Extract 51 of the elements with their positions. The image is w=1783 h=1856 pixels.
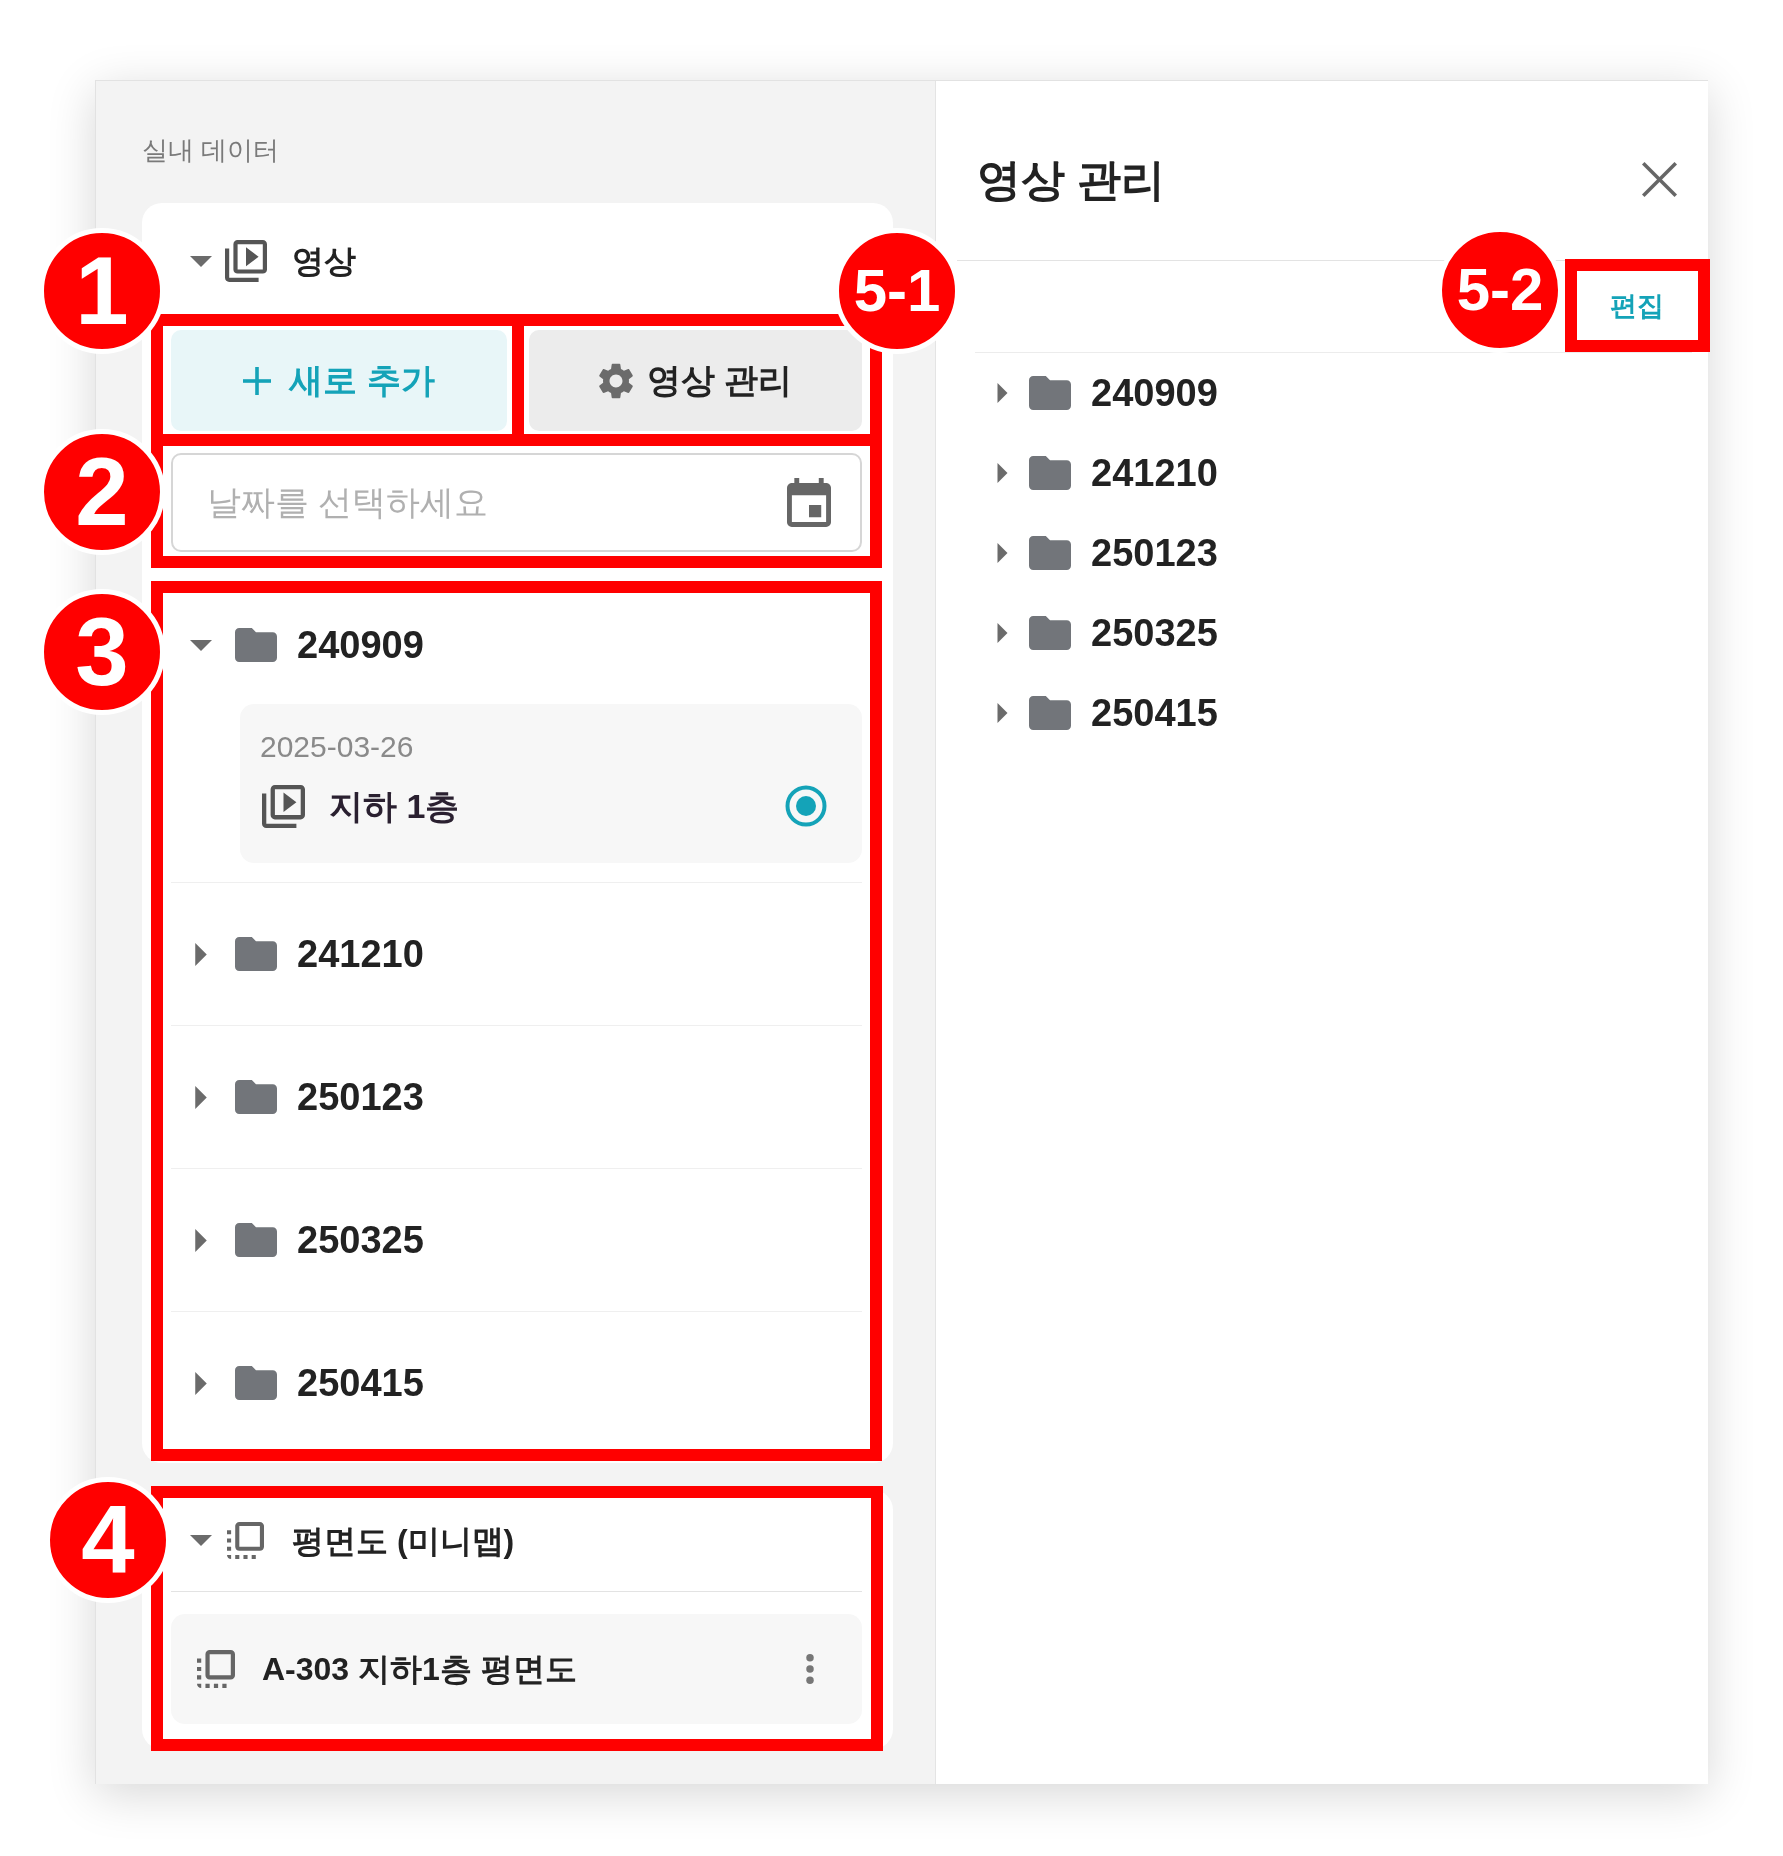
calendar-icon[interactable] (787, 478, 831, 527)
folder-icon (1029, 536, 1071, 570)
folder-icon (235, 1080, 277, 1114)
video-library-icon (225, 240, 267, 282)
folder-icon (1029, 376, 1071, 410)
folder-name[interactable]: 250325 (1091, 604, 1218, 662)
folder-name[interactable]: 240909 (1091, 364, 1218, 422)
plus-icon (243, 366, 272, 395)
folder-name[interactable]: 250415 (1091, 684, 1218, 742)
floor-plan-item[interactable]: A-303 지하1층 평면도 (171, 1614, 862, 1724)
section-title: 영상 (292, 242, 356, 281)
folder-icon (1029, 456, 1071, 490)
caret-icon[interactable] (194, 942, 207, 966)
caret-icon[interactable] (194, 1085, 207, 1109)
caret-icon[interactable] (996, 623, 1008, 643)
folder-name[interactable]: 250123 (297, 1068, 424, 1126)
folder-icon (1029, 616, 1071, 650)
folder-icon (235, 1366, 277, 1400)
caret-icon[interactable] (189, 1535, 212, 1546)
close-icon[interactable] (1642, 162, 1677, 197)
settings-icon (598, 362, 633, 399)
folder-name[interactable]: 241210 (1091, 444, 1218, 502)
floor-plan-name: A-303 지하1층 평면도 (262, 1650, 577, 1689)
video-date: 2025-03-26 (260, 729, 414, 765)
caret-icon[interactable] (996, 463, 1008, 483)
folder-icon (235, 628, 277, 662)
folder-icon (1029, 696, 1071, 730)
radio-button[interactable] (785, 785, 827, 827)
folder-name[interactable]: 250325 (297, 1211, 424, 1269)
caret-icon[interactable] (194, 1371, 207, 1395)
panel-title: 영상 관리 (977, 153, 1166, 206)
caret-icon[interactable] (189, 255, 212, 267)
caret-icon[interactable] (189, 639, 212, 651)
video-item[interactable]: 2025-03-26 지하 1층 (240, 704, 862, 863)
video-name: 지하 1층 (329, 785, 460, 827)
folder-name[interactable]: 240909 (297, 616, 424, 674)
section-title: 평면도 (미니맵) (292, 1521, 515, 1561)
date-field[interactable]: 날짜를 선택하세요 (171, 453, 862, 552)
folder-icon (235, 937, 277, 971)
caret-icon[interactable] (996, 703, 1008, 723)
folder-name[interactable]: 241210 (297, 925, 424, 983)
caret-icon[interactable] (996, 543, 1008, 563)
folder-name[interactable]: 250415 (297, 1354, 424, 1412)
video-library-icon (262, 784, 305, 828)
manage-videos-button[interactable]: 영상 관리 (529, 330, 862, 431)
section-heading: 실내 데이터 (142, 134, 280, 167)
more-icon[interactable] (806, 1654, 814, 1684)
caret-icon[interactable] (194, 1228, 207, 1252)
folder-name[interactable]: 250123 (1091, 524, 1218, 582)
folder-icon (235, 1223, 277, 1257)
caret-icon[interactable] (996, 383, 1008, 403)
